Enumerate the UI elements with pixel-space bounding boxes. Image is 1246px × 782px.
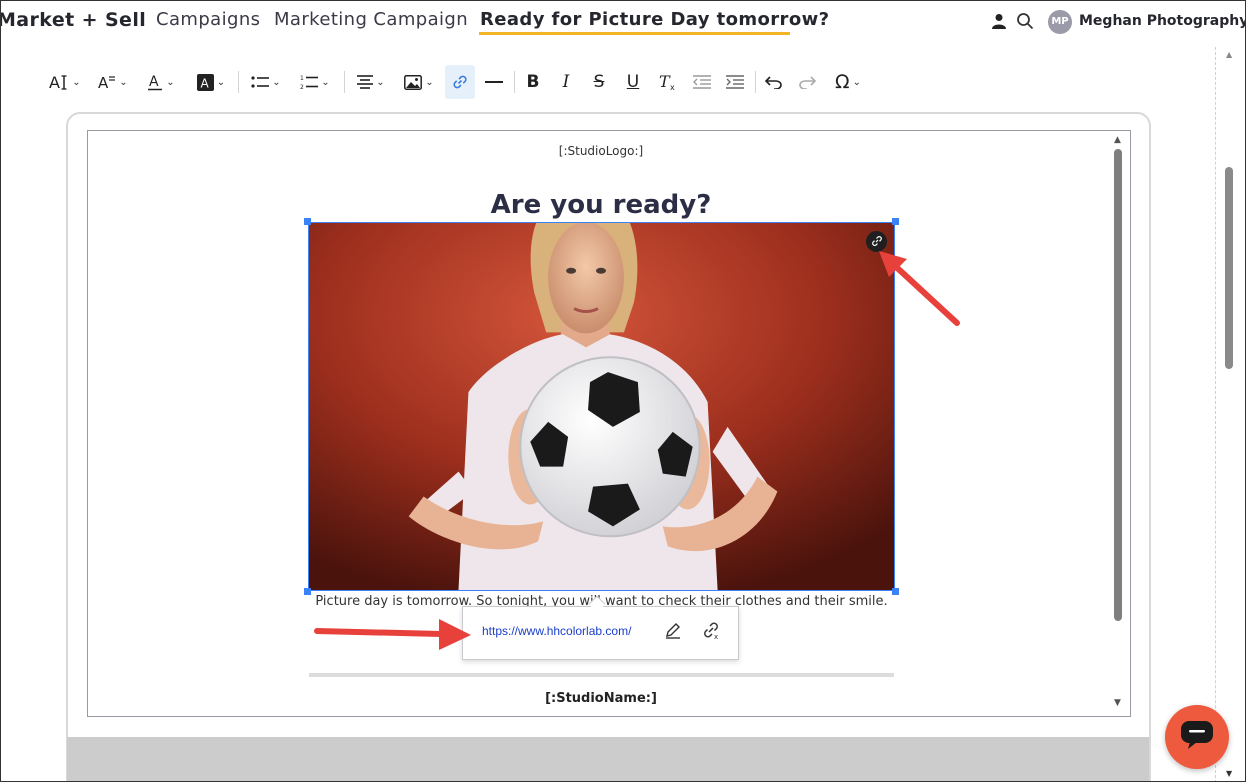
horizontal-line-button[interactable] xyxy=(481,65,507,99)
bulleted-list-button[interactable]: ⌄ xyxy=(246,65,286,99)
image-link-badge[interactable] xyxy=(866,231,887,252)
underline-button[interactable]: U xyxy=(621,65,645,99)
breadcrumb-marketing-campaign[interactable]: Marketing Campaign xyxy=(274,9,468,30)
svg-text:x: x xyxy=(714,633,718,640)
toolbar-separator xyxy=(238,71,239,93)
email-headline[interactable]: Are you ready? xyxy=(87,190,1115,220)
bold-icon: B xyxy=(526,72,540,92)
background-color-button[interactable]: A ⌄ xyxy=(193,65,229,99)
resize-handle-top-right[interactable] xyxy=(892,218,899,225)
background-color-icon: A xyxy=(196,73,214,91)
align-icon xyxy=(357,75,374,89)
svg-text:A: A xyxy=(149,74,159,90)
toolbar-separator xyxy=(344,71,345,93)
undo-icon xyxy=(765,75,783,89)
unlink-button[interactable]: x xyxy=(699,620,723,644)
scroll-down-arrow-icon[interactable]: ▼ xyxy=(1226,769,1232,778)
app-window: Market + Sell Campaigns Marketing Campai… xyxy=(0,0,1246,782)
font-style-icon: A xyxy=(98,74,116,90)
scroll-up-arrow-icon[interactable]: ▲ xyxy=(1226,50,1232,59)
numbered-list-icon: 12 xyxy=(300,74,319,90)
breadcrumb-campaigns[interactable]: Campaigns xyxy=(156,9,260,30)
undo-button[interactable] xyxy=(761,65,787,99)
link-icon xyxy=(451,73,469,91)
breadcrumb-current-page[interactable]: Ready for Picture Day tomorrow? xyxy=(480,9,829,30)
chevron-down-icon: ⌄ xyxy=(272,76,281,88)
svg-text:1: 1 xyxy=(300,75,304,82)
soccer-player-photo xyxy=(309,223,894,590)
page-scrollbar[interactable] xyxy=(1215,47,1245,781)
canvas-footer-area xyxy=(67,737,1149,781)
edit-link-button[interactable] xyxy=(661,620,685,644)
avatar[interactable]: MP xyxy=(1048,10,1072,34)
pencil-icon xyxy=(663,620,683,644)
clear-format-icon: Tx xyxy=(658,73,678,91)
outdent-icon xyxy=(693,75,711,89)
chevron-down-icon: ⌄ xyxy=(852,76,861,88)
text-color-icon: A xyxy=(147,73,163,91)
scroll-down-arrow-icon[interactable]: ▼ xyxy=(1114,698,1121,708)
resize-handle-top-left[interactable] xyxy=(304,218,311,225)
svg-text:x: x xyxy=(670,83,675,91)
svg-text:2: 2 xyxy=(300,84,304,90)
toolbar-separator xyxy=(755,71,756,93)
italic-icon: I xyxy=(562,72,570,92)
svg-text:A: A xyxy=(49,74,60,90)
chevron-down-icon: ⌄ xyxy=(72,76,81,88)
numbered-list-button[interactable]: 1 2 ⌄ xyxy=(295,65,335,99)
chevron-down-icon: ⌄ xyxy=(166,76,175,88)
bulleted-list-icon xyxy=(251,75,270,89)
font-style-button[interactable]: A ⌄ xyxy=(95,65,131,99)
chat-button[interactable] xyxy=(1165,705,1229,769)
chevron-down-icon: ⌄ xyxy=(216,76,226,88)
chevron-down-icon: ⌄ xyxy=(119,76,128,88)
indent-button[interactable] xyxy=(722,65,748,99)
font-size-button[interactable]: A ⌄ xyxy=(47,65,83,99)
active-breadcrumb-underline xyxy=(479,32,790,35)
horizontal-divider xyxy=(309,673,894,677)
chevron-down-icon: ⌄ xyxy=(321,76,330,88)
scroll-up-arrow-icon[interactable]: ▲ xyxy=(1114,135,1121,145)
page-scrollbar-thumb[interactable] xyxy=(1225,167,1233,369)
breadcrumb-market-sell[interactable]: Market + Sell xyxy=(1,9,146,31)
top-nav: Market + Sell Campaigns Marketing Campai… xyxy=(1,1,1245,45)
redo-icon xyxy=(798,75,816,89)
link-icon xyxy=(871,232,883,251)
studio-name-placeholder: [:StudioName:] xyxy=(545,691,657,706)
align-button[interactable]: ⌄ xyxy=(351,65,391,99)
unlink-icon: x xyxy=(701,620,721,644)
svg-text:A: A xyxy=(98,74,109,90)
image-button[interactable]: ⌄ xyxy=(398,65,440,99)
bold-button[interactable]: B xyxy=(521,65,545,99)
svg-text:A: A xyxy=(200,76,209,90)
italic-button[interactable]: I xyxy=(554,65,578,99)
clear-format-button[interactable]: Tx xyxy=(655,65,681,99)
horizontal-line-icon xyxy=(485,80,503,84)
chevron-down-icon: ⌄ xyxy=(376,76,385,88)
special-characters-button[interactable]: Ω ⌄ xyxy=(827,65,869,99)
underline-icon: U xyxy=(626,72,640,92)
studio-logo-placeholder: [:StudioLogo:] xyxy=(558,144,644,158)
special-characters-icon: Ω xyxy=(835,71,850,93)
font-size-icon: A xyxy=(49,74,69,90)
strikethrough-icon: S xyxy=(593,72,605,92)
account-name[interactable]: Meghan Photography xyxy=(1079,13,1245,29)
chevron-down-icon: ⌄ xyxy=(425,76,434,88)
search-icon[interactable] xyxy=(1016,12,1034,30)
toolbar-separator xyxy=(514,71,515,93)
redo-button[interactable] xyxy=(794,65,820,99)
user-icon[interactable] xyxy=(991,13,1007,29)
image-icon xyxy=(404,74,423,90)
chat-bubble-icon xyxy=(1180,720,1214,754)
link-url[interactable]: https://www.hhcolorlab.com/ xyxy=(482,624,631,638)
strikethrough-button[interactable]: S xyxy=(587,65,611,99)
outdent-button[interactable] xyxy=(689,65,715,99)
formatting-toolbar: A ⌄ A ⌄ A ⌄ A ⌄ ⌄ 1 2 ⌄ ⌄ ⌄ B I S U T x … xyxy=(41,65,881,99)
email-photo[interactable] xyxy=(308,222,895,591)
indent-icon xyxy=(726,75,744,89)
link-button[interactable] xyxy=(445,65,475,99)
text-color-button[interactable]: A ⌄ xyxy=(144,65,178,99)
email-scrollbar-thumb[interactable] xyxy=(1114,149,1122,621)
